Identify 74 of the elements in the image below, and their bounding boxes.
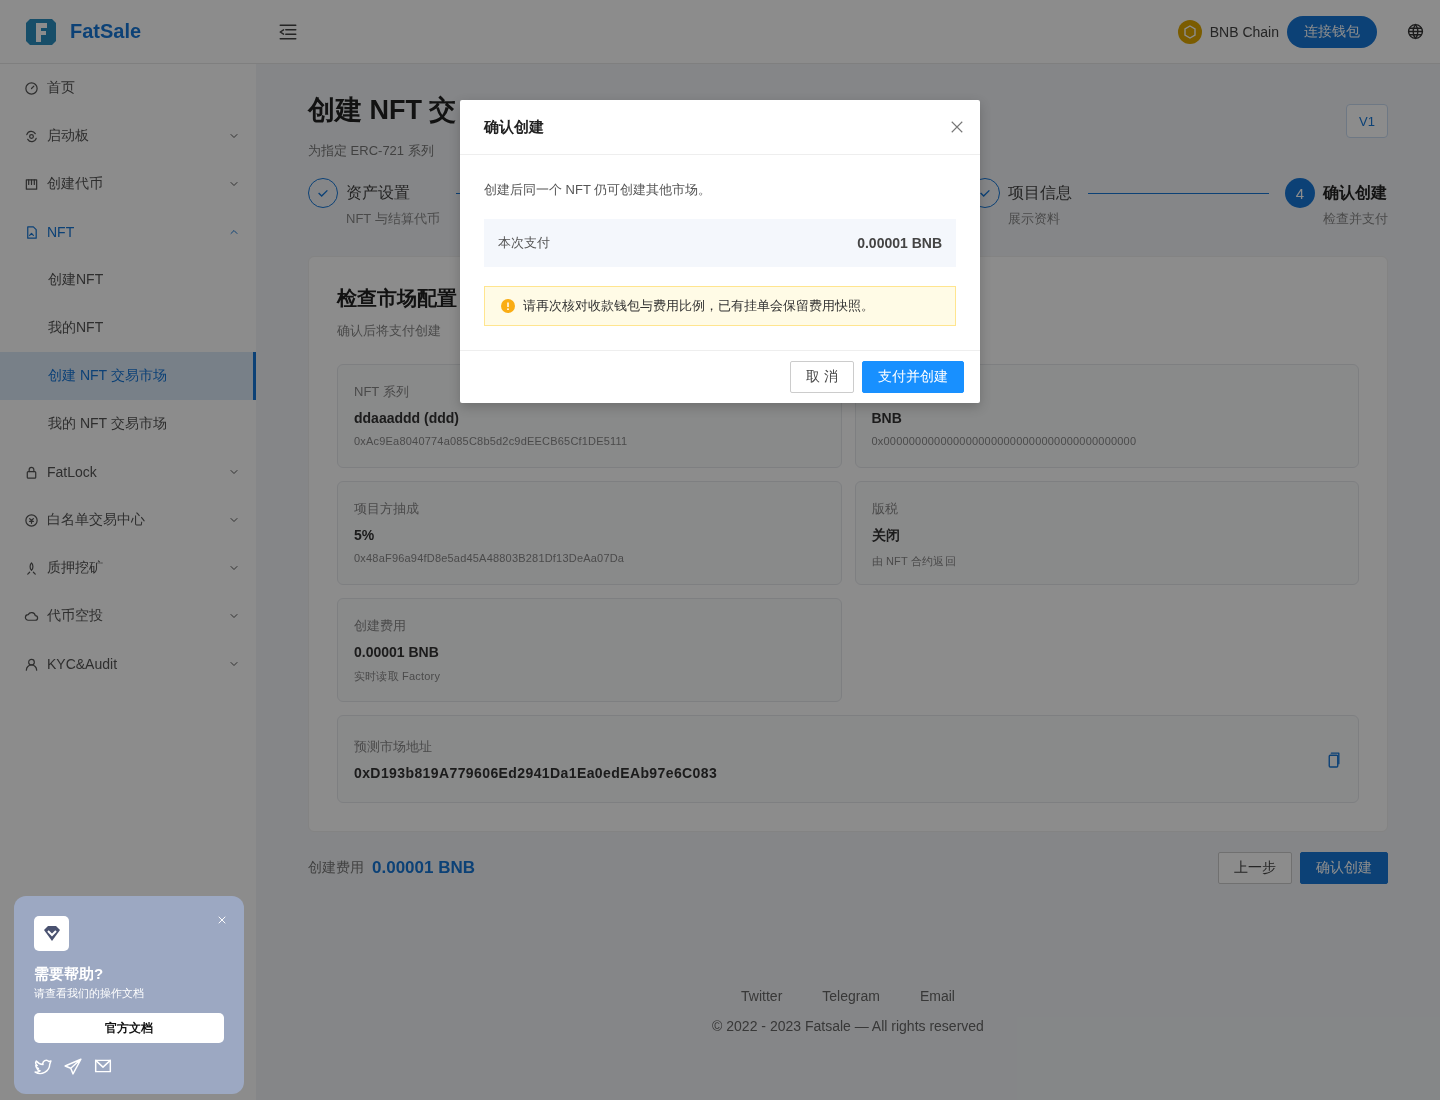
close-icon [216, 914, 228, 926]
sidebar-item[interactable]: 启动板 [0, 112, 256, 160]
field-note: 0xAc9Ea8040774a085C8b5d2c9dEECB65Cf1DE5111 [354, 435, 628, 447]
docs-button[interactable]: 官方文档 [34, 1013, 224, 1043]
fee-value: 0.00001 BNB [372, 858, 475, 878]
sidebar-subitem[interactable]: 创建NFT [0, 256, 256, 304]
sidebar-item[interactable]: FatLock [0, 448, 256, 496]
field-label: 项目方抽成 [354, 500, 419, 518]
sidebar-item[interactable]: 创建代币 [0, 160, 256, 208]
sidebar-item[interactable]: 质押挖矿 [0, 544, 256, 592]
chain-icon [1177, 19, 1202, 44]
brand-name: FatSale [70, 20, 142, 43]
network-name: BNB Chain [1209, 23, 1279, 40]
warning-icon [501, 299, 515, 313]
sidebar-item[interactable]: NFT [0, 208, 256, 256]
warning-text: 请再次核对收款钱包与费用比例，已有挂单会保留费用快照。 [523, 297, 874, 315]
back-button[interactable]: 上一步 [1218, 852, 1292, 884]
section-title: 检查市场配置 [337, 286, 457, 311]
send-icon [64, 1057, 82, 1075]
field-label: NFT 系列 [354, 383, 409, 401]
connect-wallet-button[interactable]: 连接钱包 [1287, 15, 1377, 48]
pay-and-create-button[interactable]: 支付并创建 [862, 361, 964, 393]
globe-icon [1407, 23, 1424, 40]
field-label: 创建费用 [354, 617, 406, 635]
field-label: 版税 [871, 500, 898, 518]
footer-link[interactable]: Email [919, 988, 955, 1004]
mail-icon [94, 1057, 112, 1075]
step-description: 展示资料 [1007, 210, 1060, 228]
payment-value: 0.00001 BNB [857, 235, 942, 251]
payment-label: 本次支付 [498, 234, 550, 252]
field-value: BNB [871, 410, 902, 426]
step-title: 资产设置 [346, 183, 410, 203]
field-value: 0.00001 BNB [354, 644, 439, 660]
step-description: 检查并支付 [1323, 210, 1388, 228]
gauge-icon [24, 80, 39, 96]
field-value: 0xD193b819A779606Ed2941Da1Ea0edEAb97e6C083 [354, 764, 718, 781]
field-note: 0x0000000000000000000000000000000000000000 [871, 435, 1137, 447]
step-description: NFT 与结算代币 [346, 210, 440, 228]
document-icon [24, 224, 39, 240]
sidebar-subitem[interactable]: 我的 NFT 交易市场 [0, 400, 256, 448]
sidebar-item[interactable]: KYC&Audit [0, 640, 256, 688]
field-value: ddaaaddd (ddd) [354, 410, 459, 426]
section-subtitle: 确认后将支付创建 [337, 322, 441, 340]
copyright: © 2022 - 2023 Fatsale — All rights reserved [712, 1018, 984, 1034]
grid-icon [24, 176, 39, 192]
step-number: 4 [1285, 178, 1315, 208]
version-button[interactable]: V1 [1346, 104, 1388, 138]
dialog-message: 创建后同一个 NFT 仍可创建其他市场。 [484, 181, 712, 199]
page-subtitle: 为指定 ERC-721 系列 [308, 142, 434, 160]
dialog-title: 确认创建 [484, 117, 545, 137]
sidebar-item[interactable]: 白名单交易中心 [0, 496, 256, 544]
sidebar-subitem[interactable]: 创建 NFT 交易市场 [0, 352, 256, 400]
field-value: 关闭 [871, 527, 900, 545]
help-title: 需要帮助? [34, 965, 104, 984]
coin-icon [24, 512, 39, 528]
sidebar-item[interactable]: 首页 [0, 64, 256, 112]
step-title: 项目信息 [1007, 183, 1072, 203]
cancel-button[interactable]: 取 消 [790, 361, 854, 393]
page-title: 创建 NFT 交 [308, 94, 457, 127]
sidebar-item[interactable]: 代币空投 [0, 592, 256, 640]
close-icon[interactable] [950, 120, 964, 134]
field-label: 预测市场地址 [354, 737, 432, 756]
user-icon [24, 656, 39, 672]
sidebar-subitem[interactable]: 我的NFT [0, 304, 256, 352]
fee-label: 创建费用 [308, 859, 364, 877]
step-title: 确认创建 [1323, 183, 1387, 203]
footer-link[interactable]: Twitter [741, 988, 783, 1004]
footer-link[interactable]: Telegram [822, 988, 880, 1004]
field-note: 0x48aF96a94fD8e5ad45A48803B281Df13DeAa07Da [354, 552, 625, 564]
lock-icon [24, 464, 39, 480]
twitter-icon [34, 1057, 52, 1075]
help-subtitle: 请查看我们的操作文档 [34, 986, 144, 1001]
field-value: 5% [354, 527, 375, 543]
confirm-button[interactable]: 确认创建 [1300, 852, 1388, 884]
